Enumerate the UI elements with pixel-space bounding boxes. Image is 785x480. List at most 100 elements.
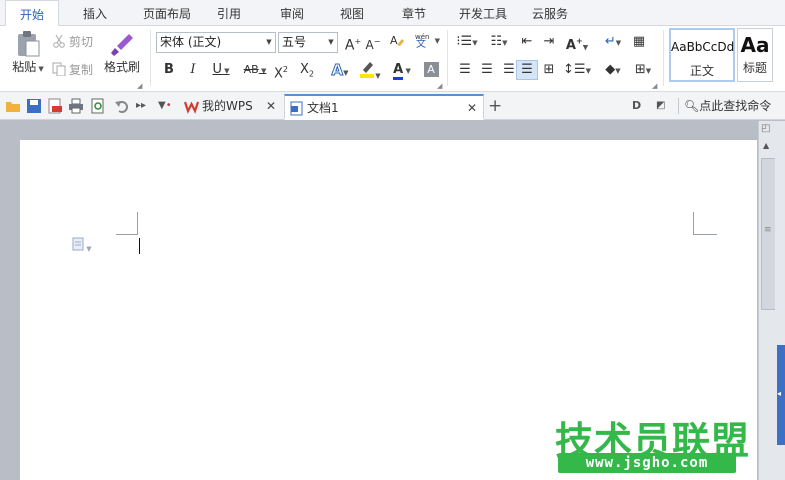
table-button[interactable]: ▦ xyxy=(628,32,650,52)
shading-button[interactable]: ◆▼ xyxy=(598,60,628,80)
copy-button[interactable]: 复制 xyxy=(52,61,93,79)
tab-cloud[interactable]: 云服务 xyxy=(522,0,578,26)
chevron-down-icon: ▼ xyxy=(343,69,349,77)
shrink-font-button[interactable]: A− xyxy=(362,32,384,52)
command-search[interactable]: 🔍︎点此查找命令 xyxy=(684,92,771,120)
tab-home[interactable]: 开始 xyxy=(5,0,59,27)
format-painter-button[interactable]: 格式刷 xyxy=(102,30,142,84)
style-heading[interactable]: Aa 标题 xyxy=(737,28,773,82)
chevron-left-icon: ◂ xyxy=(777,389,782,398)
wps-logo-icon xyxy=(183,98,200,114)
undo-icon[interactable] xyxy=(114,98,130,114)
paste-label: 粘贴 xyxy=(12,60,37,74)
style-normal[interactable]: AaBbCcDd 正文 xyxy=(669,28,735,82)
close-icon[interactable]: ✕ xyxy=(467,96,477,120)
numbered-list-button[interactable]: ☷▼ xyxy=(484,32,514,52)
tab-view[interactable]: 视图 xyxy=(330,0,374,26)
style-normal-sample: AaBbCcDd xyxy=(671,40,735,54)
font-size-value: 五号 xyxy=(282,35,307,49)
dialog-launcher-icon[interactable]: ◢ xyxy=(437,82,442,90)
font-name-select[interactable]: 宋体 (正文) ▼ xyxy=(156,32,276,53)
superscript-button[interactable]: X2 xyxy=(270,60,292,81)
change-case-button[interactable]: A+▼ xyxy=(562,32,592,53)
line-spacing-icon: ↕☰ xyxy=(563,62,586,77)
eraser-icon: A xyxy=(389,34,405,52)
tab-review[interactable]: 审阅 xyxy=(270,0,314,26)
cut-button[interactable]: 剪切 xyxy=(52,33,93,51)
line-spacing-button[interactable]: ↕☰▼ xyxy=(562,60,592,80)
tab-page-layout[interactable]: 页面布局 xyxy=(130,0,204,26)
subscript-button[interactable]: X2 xyxy=(296,60,318,80)
distribute-icon: ⊞ xyxy=(543,62,555,77)
tab-references[interactable]: 引用 xyxy=(207,0,251,26)
justify-icon: ☰ xyxy=(521,62,533,77)
export-pdf-icon[interactable] xyxy=(47,98,63,114)
scrollbar-thumb[interactable]: ≡ xyxy=(761,158,776,310)
scroll-up-icon[interactable]: ▲ xyxy=(763,141,769,150)
ruler-toggle-icon[interactable]: ◰ xyxy=(761,123,770,134)
tab-insert[interactable]: 插入 xyxy=(70,0,120,26)
toolbar-divider xyxy=(678,98,679,114)
paragraph-handle[interactable]: ▼ xyxy=(72,237,100,254)
save-icon[interactable] xyxy=(26,98,42,114)
font-size-select[interactable]: 五号 ▼ xyxy=(278,32,338,53)
distribute-button[interactable]: ⊞ xyxy=(538,60,560,80)
table-grid-icon: ▦ xyxy=(632,34,646,49)
doc-handle-icon xyxy=(72,237,84,254)
bullet-list-button[interactable]: ⁝☰▼ xyxy=(452,32,482,52)
grip-icon: ≡ xyxy=(764,225,772,235)
skin-icon[interactable]: D xyxy=(632,98,648,114)
more-commands-icon[interactable]: ▸▸ xyxy=(136,98,152,114)
close-icon[interactable]: ✕ xyxy=(266,94,276,118)
align-left-button[interactable]: ☰ xyxy=(454,60,476,80)
italic-button[interactable]: I xyxy=(182,60,204,80)
style-normal-label: 正文 xyxy=(689,64,714,78)
paste-icon xyxy=(15,30,41,58)
align-left-icon: ☰ xyxy=(459,62,471,77)
justify-button[interactable]: ☰ xyxy=(516,60,538,80)
copy-label: 复制 xyxy=(69,63,94,77)
grow-font-button[interactable]: A+ xyxy=(342,32,364,54)
new-tab-button[interactable]: + xyxy=(488,92,502,120)
char-shading-button[interactable]: A xyxy=(420,60,442,80)
increase-indent-button[interactable]: ⇥ xyxy=(538,32,560,52)
tab-chapter[interactable]: 章节 xyxy=(392,0,436,26)
highlight-button[interactable]: ▼ xyxy=(356,60,384,80)
dialog-launcher-icon[interactable]: ◢ xyxy=(137,82,142,90)
font-color-button[interactable]: A ▼ xyxy=(388,60,416,80)
search-label: 点此查找命令 xyxy=(699,99,772,113)
chevron-down-icon: ▼ xyxy=(645,67,652,75)
open-folder-icon[interactable] xyxy=(5,98,21,114)
print-icon[interactable] xyxy=(68,98,84,114)
style-heading-sample: Aa xyxy=(740,33,770,57)
side-panel-toggle[interactable]: ◂ xyxy=(777,345,785,445)
align-center-button[interactable]: ☰ xyxy=(476,60,498,80)
phonetic-guide-button[interactable]: wén 文 ▼ xyxy=(412,31,440,51)
doc-tab-document1[interactable]: 文档1 ✕ xyxy=(284,94,484,120)
text-effect-button[interactable]: A▼ xyxy=(326,60,354,80)
customize-qat-icon[interactable]: ▼• xyxy=(158,98,174,114)
copy-icon xyxy=(52,62,66,77)
tab-developer[interactable]: 开发工具 xyxy=(448,0,518,26)
doc-tab-my-wps[interactable]: 我的WPS ✕ xyxy=(180,94,282,120)
watermark-url: www.jsgho.com xyxy=(558,453,736,473)
print-preview-icon[interactable] xyxy=(90,98,106,114)
decrease-indent-button[interactable]: ⇤ xyxy=(516,32,538,52)
paste-button[interactable]: 粘贴 ▼ xyxy=(8,30,48,84)
bold-button[interactable]: B xyxy=(158,60,180,80)
strikethrough-button[interactable]: AB ▼ xyxy=(240,60,270,80)
paragraph-mark-button[interactable]: ↵▼ xyxy=(598,32,628,52)
chevron-down-icon: ▼ xyxy=(36,65,44,73)
doc-tab-label: 文档1 xyxy=(307,101,339,115)
underline-button[interactable]: U ▼ xyxy=(206,60,236,80)
char-shading-icon: A xyxy=(423,62,439,77)
borders-button[interactable]: ⊞▼ xyxy=(628,60,658,80)
cut-label: 剪切 xyxy=(69,35,94,49)
chevron-down-icon: ▼ xyxy=(502,39,508,47)
group-divider xyxy=(150,30,151,86)
align-center-icon: ☰ xyxy=(481,62,493,77)
dialog-launcher-icon[interactable]: ◢ xyxy=(652,82,657,90)
chevron-down-icon: ▼ xyxy=(615,39,622,47)
collapse-ribbon-icon[interactable]: ◩ xyxy=(656,98,672,114)
clear-format-button[interactable]: A xyxy=(386,32,408,52)
